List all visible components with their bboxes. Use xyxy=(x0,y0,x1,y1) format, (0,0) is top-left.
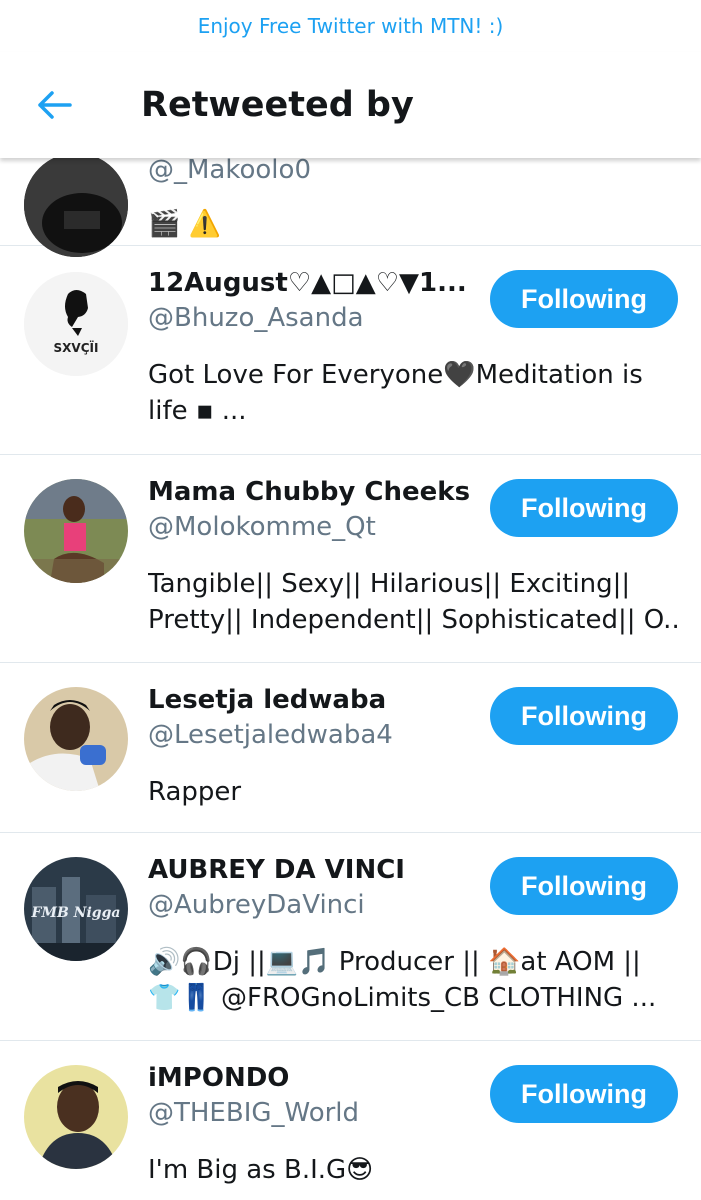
avatar[interactable] xyxy=(24,158,128,257)
avatar-image xyxy=(24,158,128,257)
following-button[interactable]: Following xyxy=(490,857,678,915)
user-handle[interactable]: @Molokomme_Qt xyxy=(148,512,376,542)
promo-banner[interactable]: Enjoy Free Twitter with MTN! :) xyxy=(0,0,701,52)
user-bio: Tangible|| Sexy|| Hilarious|| Exciting||… xyxy=(148,569,678,635)
avatar[interactable]: FMB Nigga xyxy=(24,857,128,961)
user-handle: @_Makoolo0 xyxy=(148,158,311,185)
avatar[interactable] xyxy=(24,1065,128,1169)
user-handle[interactable]: @THEBIG_World xyxy=(148,1098,359,1128)
avatar-image xyxy=(24,687,128,791)
avatar-text: FMB Nigga xyxy=(31,905,121,921)
following-button[interactable]: Following xyxy=(490,479,678,537)
page-title: Retweeted by xyxy=(141,85,414,125)
avatar-text: SXVÇÏI xyxy=(54,340,99,355)
list-item[interactable]: SXVÇÏI 12August♡▲□▲♡▼1... @Bhuzo_Asanda … xyxy=(0,246,701,455)
user-name[interactable]: Mama Chubby Cheeks xyxy=(148,477,470,507)
avatar[interactable]: SXVÇÏI xyxy=(24,272,128,376)
avatar[interactable] xyxy=(24,687,128,791)
user-name[interactable]: iMPONDO xyxy=(148,1063,289,1093)
user-bio: 🎬 ⚠️ xyxy=(148,209,222,239)
following-button[interactable]: Following xyxy=(490,687,678,745)
user-handle[interactable]: @Lesetjaledwaba4 xyxy=(148,720,393,750)
user-bio: Got Love For Everyone🖤Meditation is life… xyxy=(148,360,643,426)
user-name[interactable]: AUBREY DA VINCI xyxy=(148,855,405,885)
user-handle[interactable]: @Bhuzo_Asanda xyxy=(148,303,364,333)
list-item[interactable]: Lesetja ledwaba @Lesetjaledwaba4 Rapper … xyxy=(0,663,701,833)
list-item[interactable]: Mama Chubby Cheeks @Molokomme_Qt Tangibl… xyxy=(0,455,701,663)
avatar-image xyxy=(24,1065,128,1169)
following-button[interactable]: Following xyxy=(490,1065,678,1123)
avatar-image xyxy=(24,479,128,583)
retweeters-list[interactable]: @_Makoolo0 🎬 ⚠️ SXVÇÏI 12August♡▲□▲♡▼1..… xyxy=(0,158,701,1200)
top-bar: Retweeted by xyxy=(0,52,701,158)
list-item[interactable]: FMB Nigga AUBREY DA VINCI @AubreyDaVinci… xyxy=(0,833,701,1041)
avatar-image: SXVÇÏI xyxy=(24,272,128,376)
following-button[interactable]: Following xyxy=(490,270,678,328)
user-bio: 🔊🎧Dj ||💻🎵 Producer || 🏠at AOM || 👕👖 @FRO… xyxy=(148,947,657,1013)
user-bio: Rapper xyxy=(148,777,242,807)
user-name[interactable]: Lesetja ledwaba xyxy=(148,685,386,715)
user-bio: I'm Big as B.I.G😎 xyxy=(148,1155,374,1185)
arrow-left-icon xyxy=(38,91,72,119)
avatar-image: FMB Nigga xyxy=(24,857,128,961)
user-handle[interactable]: @AubreyDaVinci xyxy=(148,890,365,920)
avatar[interactable] xyxy=(24,479,128,583)
list-item[interactable]: @_Makoolo0 🎬 ⚠️ xyxy=(0,158,701,257)
back-button[interactable] xyxy=(24,75,84,135)
list-item[interactable]: iMPONDO @THEBIG_World I'm Big as B.I.G😎 … xyxy=(0,1041,701,1200)
user-name[interactable]: 12August♡▲□▲♡▼1... xyxy=(148,268,467,298)
